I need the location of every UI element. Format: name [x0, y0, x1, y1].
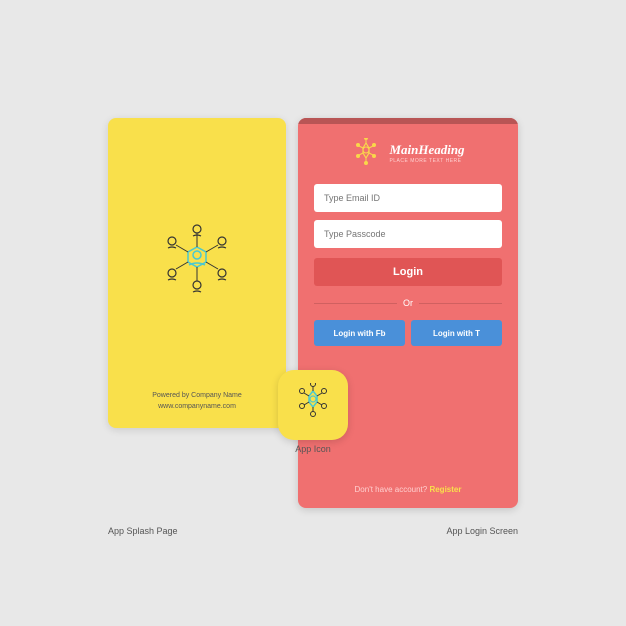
or-text: Or	[403, 298, 413, 308]
app-subtitle: PLACE MORE TEXT HERE	[389, 158, 464, 164]
app-icon-network	[291, 383, 335, 427]
splash-footer: Powered by Company Name www.companyname.…	[152, 390, 242, 412]
bottom-labels: App Splash Page App Login Screen	[88, 526, 538, 536]
login-label: App Login Screen	[446, 526, 518, 536]
powered-by-text: Powered by Company Name	[152, 390, 242, 401]
login-header: MainHeading PLACE MORE TEXT HERE	[341, 124, 474, 174]
header-logo-icon	[351, 138, 381, 168]
splash-page: Powered by Company Name www.companyname.…	[108, 118, 286, 428]
or-line-left	[314, 303, 397, 304]
network-icon	[152, 219, 242, 309]
splash-label: App Splash Page	[108, 526, 178, 536]
app-main-heading: MainHeading	[389, 142, 464, 158]
passcode-input[interactable]	[314, 220, 502, 248]
or-divider: Or	[314, 298, 502, 308]
app-icon-wrapper: App Icon	[278, 370, 348, 454]
login-footer: Don't have account? Register	[355, 475, 462, 508]
company-url: www.companyname.com	[152, 401, 242, 412]
splash-icon-area	[152, 138, 242, 390]
app-icon	[278, 370, 348, 440]
social-buttons: Login with Fb Login with T	[314, 320, 502, 346]
no-account-text: Don't have account?	[355, 485, 428, 494]
email-input[interactable]	[314, 184, 502, 212]
app-icon-label: App Icon	[295, 444, 331, 454]
header-text-block: MainHeading PLACE MORE TEXT HERE	[389, 142, 464, 164]
login-fb-button[interactable]: Login with Fb	[314, 320, 405, 346]
or-line-right	[419, 303, 502, 304]
register-link[interactable]: Register	[429, 485, 461, 494]
login-button[interactable]: Login	[314, 258, 502, 286]
login-twitter-button[interactable]: Login with T	[411, 320, 502, 346]
